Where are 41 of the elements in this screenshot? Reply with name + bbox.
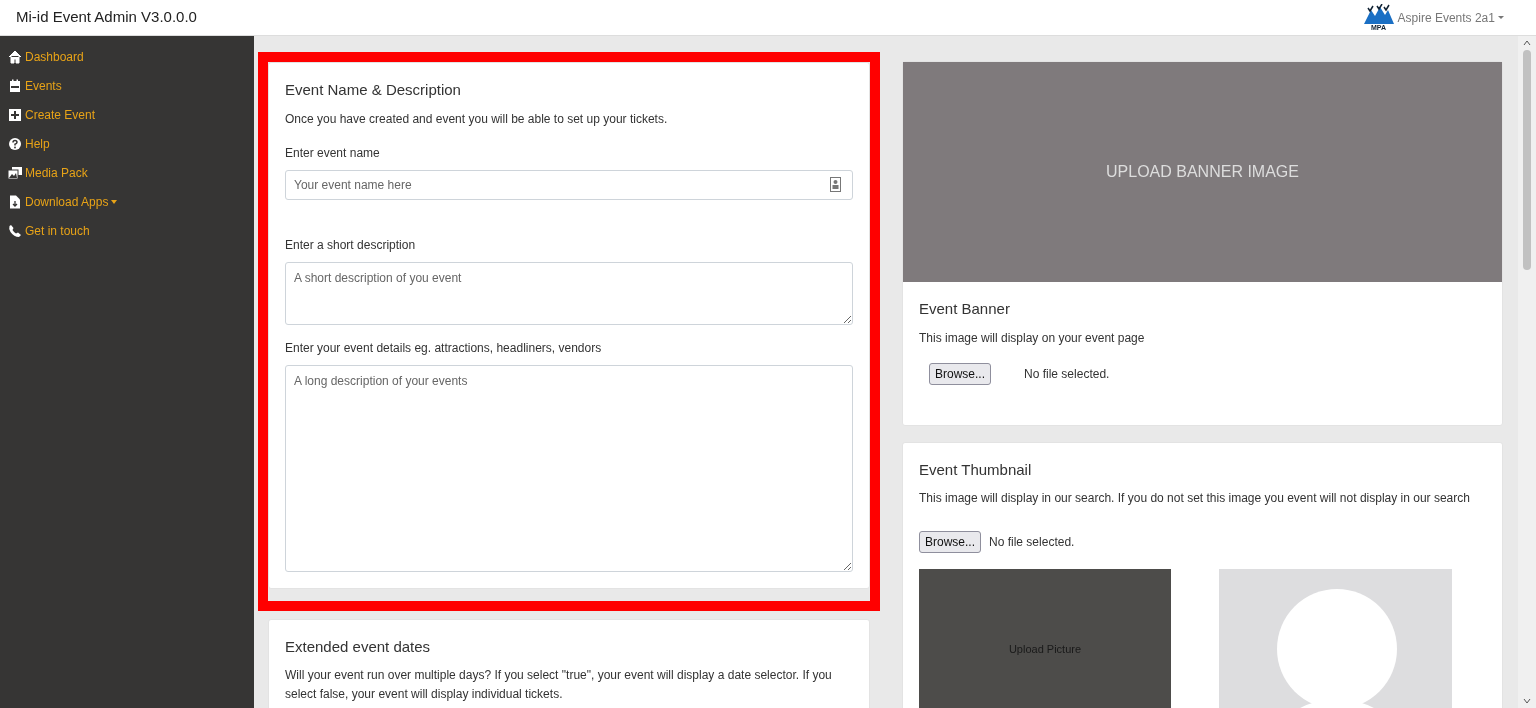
browse-button[interactable]: Browse... (929, 362, 991, 385)
contact-card-icon (830, 176, 841, 192)
card-title: Event Banner (919, 299, 1011, 320)
card-title: Event Thumbnail (919, 459, 1033, 480)
text-input[interactable]: Your event name here (285, 169, 853, 200)
sidebar-link[interactable]: Download Apps (8, 193, 118, 212)
sidebar-link[interactable]: Get in touch (8, 222, 90, 241)
home-icon (8, 50, 22, 65)
sidebar-link[interactable]: Events (8, 77, 62, 96)
card-description: Will your event run over multiple days? If you select "true", your event will display a date selector. If you select false, your event will display individual tickets. (285, 667, 833, 704)
sidebar-link[interactable]: Help (8, 135, 50, 154)
file-download-icon (8, 195, 22, 210)
images-icon (8, 166, 22, 181)
text-area[interactable]: A long description of your events (285, 364, 853, 572)
text-area[interactable]: A short description of you event (285, 261, 853, 325)
field-label: Enter your event details eg. attractions, headliners, vendors (285, 339, 603, 357)
scrollbar[interactable] (1518, 36, 1536, 708)
phone-icon (8, 224, 22, 239)
sidebar-link[interactable]: Dashboard (8, 48, 84, 67)
card-title: Event Name & Description (285, 80, 462, 101)
file-status: No file selected. (989, 534, 1075, 552)
field-label: Enter a short description (285, 236, 417, 254)
browse-button[interactable]: Browse... (919, 531, 981, 554)
scroll-thumb[interactable] (1523, 50, 1531, 271)
scroll-down-icon[interactable] (1523, 698, 1531, 704)
plus-square-icon (8, 108, 22, 123)
card-description: Once you have created and event you will be able to set up your tickets. (285, 110, 669, 128)
sidebar-link[interactable]: Create Event (8, 106, 96, 125)
upload-banner-label: UPLOAD BANNER IMAGE (1106, 162, 1299, 183)
sidebar-link[interactable]: Media Pack (8, 164, 88, 183)
card-description: This image will display in our search. If you do not set this image you event will not display in our search (919, 490, 1471, 508)
scroll-up-icon[interactable] (1523, 40, 1531, 47)
field-label: Enter event name (285, 144, 381, 162)
app-title: Mi-id Event Admin V3.0.0.0 (16, 7, 197, 28)
card-title: Extended event dates (285, 636, 432, 657)
banner-upload-area[interactable]: UPLOAD BANNER IMAGE (903, 62, 1502, 283)
file-status: No file selected. (1024, 365, 1110, 383)
help-icon (8, 137, 22, 152)
account-menu[interactable]: Aspire Events 2a1 (1397, 8, 1504, 27)
calendar-icon (8, 79, 22, 94)
card-description: This image will display on your event page (919, 329, 1146, 347)
